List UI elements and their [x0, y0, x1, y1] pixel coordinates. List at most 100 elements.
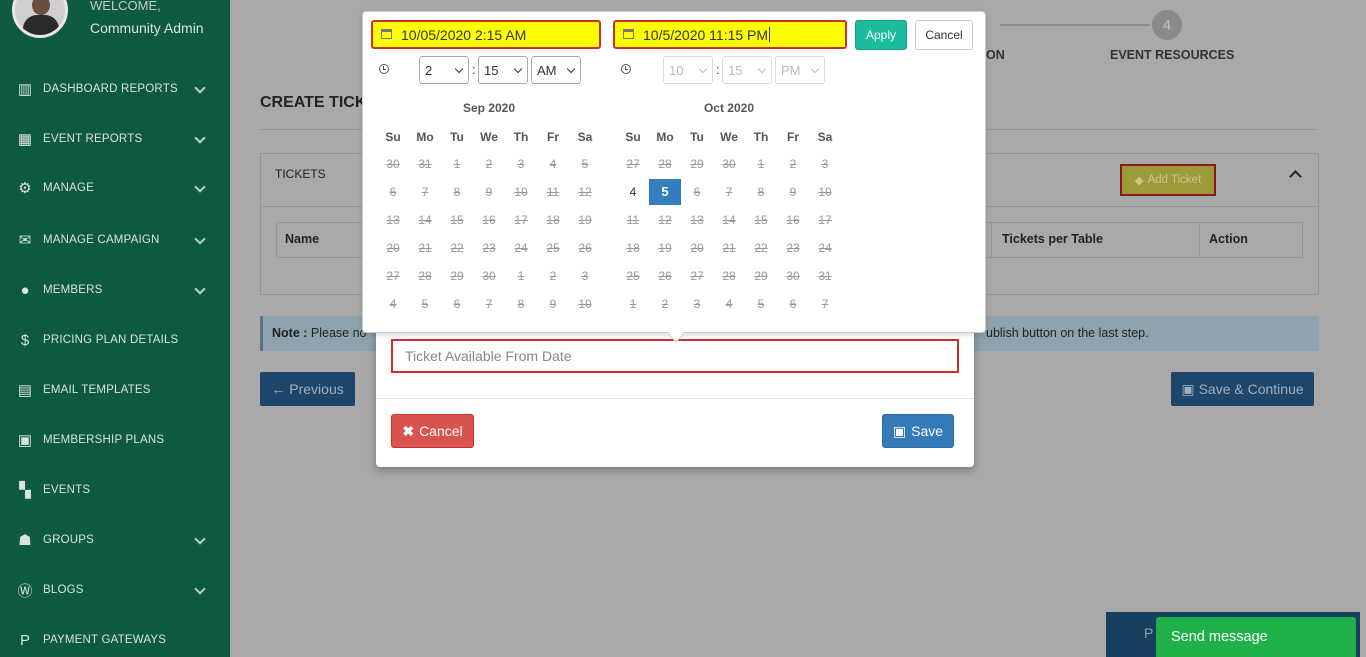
- left-calendar-day[interactable]: 1: [505, 263, 537, 289]
- right-calendar-day[interactable]: 20: [681, 235, 713, 261]
- left-calendar-day[interactable]: 1: [441, 151, 473, 177]
- modal-save-button[interactable]: ▣ Save: [882, 414, 954, 448]
- start-hour-select[interactable]: 2: [419, 56, 469, 84]
- left-calendar-day[interactable]: 7: [409, 179, 441, 205]
- right-calendar-day[interactable]: 11: [617, 207, 649, 233]
- left-calendar-day[interactable]: 22: [441, 235, 473, 261]
- left-calendar-day[interactable]: 24: [505, 235, 537, 261]
- right-calendar-day[interactable]: 27: [681, 263, 713, 289]
- right-calendar-day[interactable]: 25: [617, 263, 649, 289]
- left-calendar-day[interactable]: 8: [441, 179, 473, 205]
- right-calendar-day[interactable]: 21: [713, 235, 745, 261]
- end-date-input[interactable]: 10/5/2020 11:15 PM: [613, 20, 847, 49]
- save-continue-button[interactable]: ▣ Save & Continue: [1171, 372, 1314, 406]
- sidebar-item-email-templates[interactable]: ▤ EMAIL TEMPLATES: [0, 375, 230, 405]
- left-calendar-day[interactable]: 20: [377, 235, 409, 261]
- start-ampm-select[interactable]: AM: [531, 56, 581, 84]
- left-calendar-day[interactable]: 18: [537, 207, 569, 233]
- send-message-button[interactable]: Send message: [1156, 617, 1356, 657]
- right-calendar-day[interactable]: 17: [809, 207, 841, 233]
- right-calendar-day[interactable]: 6: [777, 291, 809, 317]
- right-calendar-day[interactable]: 15: [745, 207, 777, 233]
- right-calendar-day[interactable]: 24: [809, 235, 841, 261]
- right-calendar-day[interactable]: 28: [713, 263, 745, 289]
- previous-button[interactable]: ← Previous: [260, 372, 355, 406]
- sidebar-item-manage[interactable]: ⚙ MANAGE: [0, 173, 230, 203]
- right-calendar-day[interactable]: 5: [649, 179, 681, 205]
- sidebar-item-groups[interactable]: ☗ GROUPS: [0, 525, 230, 555]
- left-calendar-day[interactable]: 7: [473, 291, 505, 317]
- left-calendar-day[interactable]: 4: [377, 291, 409, 317]
- right-calendar-day[interactable]: 18: [617, 235, 649, 261]
- left-calendar-day[interactable]: 31: [409, 151, 441, 177]
- left-calendar-day[interactable]: 3: [505, 151, 537, 177]
- right-calendar-day[interactable]: 1: [617, 291, 649, 317]
- right-calendar-day[interactable]: 3: [809, 151, 841, 177]
- left-calendar-day[interactable]: 26: [569, 235, 601, 261]
- left-calendar-day[interactable]: 6: [377, 179, 409, 205]
- right-calendar-day[interactable]: 14: [713, 207, 745, 233]
- left-calendar-day[interactable]: 5: [409, 291, 441, 317]
- right-calendar-day[interactable]: 26: [649, 263, 681, 289]
- right-calendar-day[interactable]: 4: [617, 179, 649, 205]
- left-calendar-day[interactable]: 5: [569, 151, 601, 177]
- left-calendar-day[interactable]: 6: [441, 291, 473, 317]
- left-calendar-day[interactable]: 16: [473, 207, 505, 233]
- wizard-prev-step-label[interactable]: ON: [986, 48, 1005, 62]
- right-calendar-day[interactable]: 10: [809, 179, 841, 205]
- right-calendar-day[interactable]: 31: [809, 263, 841, 289]
- sidebar-item-events[interactable]: ▚ EVENTS: [0, 475, 230, 505]
- picker-cancel-button[interactable]: Cancel: [915, 20, 973, 50]
- right-calendar-day[interactable]: 22: [745, 235, 777, 261]
- left-calendar-day[interactable]: 30: [377, 151, 409, 177]
- left-calendar-day[interactable]: 3: [569, 263, 601, 289]
- right-calendar-day[interactable]: 27: [617, 151, 649, 177]
- left-calendar-day[interactable]: 13: [377, 207, 409, 233]
- right-calendar-day[interactable]: 19: [649, 235, 681, 261]
- start-minute-select[interactable]: 15: [478, 56, 528, 84]
- right-calendar-day[interactable]: 23: [777, 235, 809, 261]
- end-ampm-select[interactable]: PM: [775, 56, 825, 84]
- end-minute-select[interactable]: 15: [722, 56, 772, 84]
- left-calendar-day[interactable]: 9: [537, 291, 569, 317]
- right-calendar-day[interactable]: 3: [681, 291, 713, 317]
- left-calendar-day[interactable]: 27: [377, 263, 409, 289]
- left-calendar-day[interactable]: 14: [409, 207, 441, 233]
- right-calendar-day[interactable]: 4: [713, 291, 745, 317]
- left-calendar-day[interactable]: 4: [537, 151, 569, 177]
- apply-button[interactable]: Apply: [855, 20, 907, 50]
- left-calendar-day[interactable]: 10: [569, 291, 601, 317]
- sidebar-item-payment-gateways[interactable]: P PAYMENT GATEWAYS: [0, 625, 230, 655]
- sidebar-item-membership-plans[interactable]: ▣ MEMBERSHIP PLANS: [0, 425, 230, 455]
- avatar[interactable]: [12, 0, 68, 38]
- left-calendar-day[interactable]: 23: [473, 235, 505, 261]
- left-calendar-day[interactable]: 17: [505, 207, 537, 233]
- right-calendar-day[interactable]: 6: [681, 179, 713, 205]
- right-calendar-day[interactable]: 2: [777, 151, 809, 177]
- right-calendar-day[interactable]: 9: [777, 179, 809, 205]
- right-calendar-day[interactable]: 8: [745, 179, 777, 205]
- right-calendar-day[interactable]: 29: [681, 151, 713, 177]
- left-calendar-day[interactable]: 29: [441, 263, 473, 289]
- ticket-available-from-input[interactable]: Ticket Available From Date: [391, 339, 959, 373]
- modal-cancel-button[interactable]: ✖ Cancel: [391, 414, 474, 448]
- right-calendar-day[interactable]: 1: [745, 151, 777, 177]
- wizard-step-label[interactable]: EVENT RESOURCES: [1110, 48, 1234, 62]
- left-calendar-day[interactable]: 28: [409, 263, 441, 289]
- sidebar-item-blogs[interactable]: Ⓦ BLOGS: [0, 575, 230, 605]
- right-calendar-day[interactable]: 29: [745, 263, 777, 289]
- sidebar-item-event-reports[interactable]: ▦ EVENT REPORTS: [0, 124, 230, 154]
- sidebar-item-members[interactable]: ● MEMBERS: [0, 275, 230, 305]
- left-calendar-day[interactable]: 8: [505, 291, 537, 317]
- add-ticket-button[interactable]: ◆ Add Ticket: [1120, 164, 1216, 196]
- right-calendar-day[interactable]: 7: [713, 179, 745, 205]
- left-calendar-day[interactable]: 19: [569, 207, 601, 233]
- left-calendar-day[interactable]: 9: [473, 179, 505, 205]
- right-calendar-day[interactable]: 30: [777, 263, 809, 289]
- left-calendar-day[interactable]: 15: [441, 207, 473, 233]
- left-calendar-day[interactable]: 11: [537, 179, 569, 205]
- left-calendar-day[interactable]: 25: [537, 235, 569, 261]
- right-calendar-day[interactable]: 16: [777, 207, 809, 233]
- right-calendar-day[interactable]: 13: [681, 207, 713, 233]
- sidebar-item-dashboard-reports[interactable]: ▥ DASHBOARD REPORTS: [0, 74, 230, 104]
